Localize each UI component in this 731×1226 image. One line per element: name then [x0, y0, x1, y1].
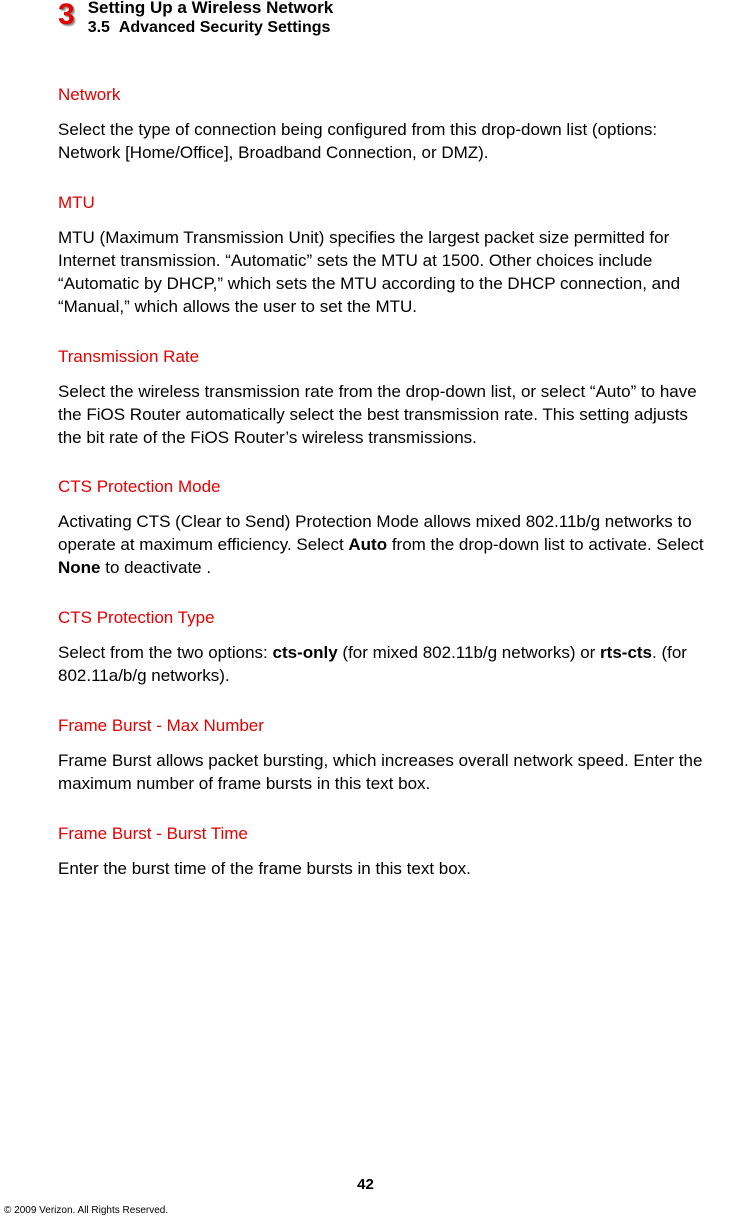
section-title: 3.5 Advanced Security Settings: [88, 19, 333, 37]
section-number: 3.5: [88, 19, 110, 36]
text-segment: Select from the two options:: [58, 643, 273, 662]
body-transmission-rate: Select the wireless transmission rate fr…: [58, 381, 705, 450]
bold-none: None: [58, 558, 101, 577]
page-number: 42: [0, 1176, 731, 1193]
body-frame-burst-max: Frame Burst allows packet bursting, whic…: [58, 750, 705, 796]
copyright-notice: © 2009 Verizon. All Rights Reserved.: [4, 1205, 168, 1216]
bold-auto: Auto: [348, 535, 387, 554]
heading-frame-burst-max: Frame Burst - Max Number: [58, 716, 705, 736]
header-titles: Setting Up a Wireless Network 3.5 Advanc…: [88, 0, 333, 37]
body-frame-burst-time: Enter the burst time of the frame bursts…: [58, 858, 705, 881]
heading-cts-type: CTS Protection Type: [58, 608, 705, 628]
page-content: Network Select the type of connection be…: [0, 37, 731, 881]
heading-mtu: MTU: [58, 193, 705, 213]
text-segment: to deactivate .: [101, 558, 212, 577]
body-network: Select the type of connection being conf…: [58, 119, 705, 165]
heading-network: Network: [58, 85, 705, 105]
chapter-number: 3: [58, 0, 74, 30]
body-cts-mode: Activating CTS (Clear to Send) Protectio…: [58, 511, 705, 580]
bold-rts-cts: rts-cts: [600, 643, 652, 662]
body-mtu: MTU (Maximum Transmission Unit) specifie…: [58, 227, 705, 319]
page-header: 3 Setting Up a Wireless Network 3.5 Adva…: [0, 0, 731, 37]
chapter-title: Setting Up a Wireless Network: [88, 0, 333, 18]
text-segment: from the drop-down list to activate. Sel…: [387, 535, 704, 554]
heading-frame-burst-time: Frame Burst - Burst Time: [58, 824, 705, 844]
bold-cts-only: cts-only: [273, 643, 338, 662]
body-cts-type: Select from the two options: cts-only (f…: [58, 642, 705, 688]
heading-transmission-rate: Transmission Rate: [58, 347, 705, 367]
section-name: Advanced Security Settings: [119, 19, 331, 36]
heading-cts-mode: CTS Protection Mode: [58, 477, 705, 497]
text-segment: (for mixed 802.11b/g networks) or: [338, 643, 600, 662]
